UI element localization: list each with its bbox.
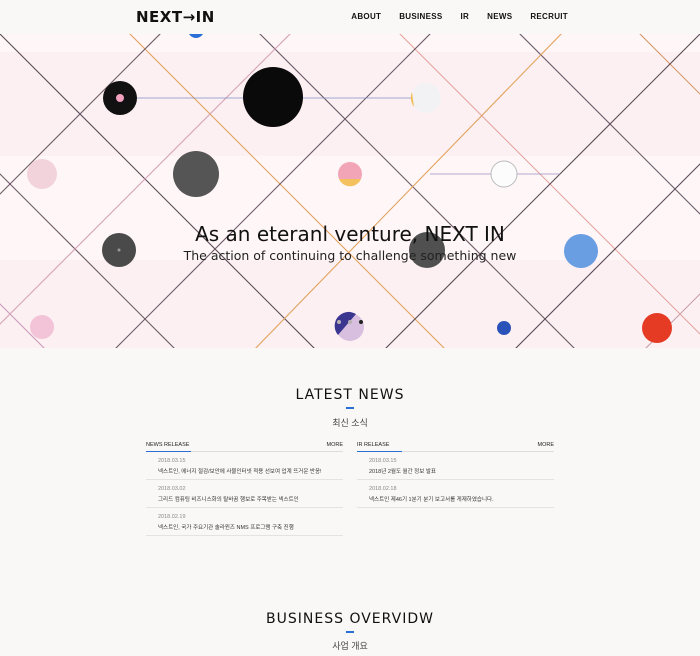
ir-release-header: IR RELEASE MORE bbox=[357, 442, 554, 452]
news-release-header: NEWS RELEASE MORE bbox=[146, 442, 343, 452]
nav-about[interactable]: ABOUT bbox=[351, 12, 381, 21]
item-title[interactable]: 넥스트인 제46기 1분기 분기 보고서를 게재하였습니다. bbox=[369, 495, 554, 503]
slider-pagination bbox=[337, 320, 363, 324]
item-date: 2018.03.15 bbox=[158, 458, 186, 464]
nav-ir[interactable]: IR bbox=[461, 12, 470, 21]
item-title[interactable]: 넥스트인, 에너지 절감/보안에 사물인터넷 적용 선보여 업계 뜨거운 반응! bbox=[158, 467, 343, 475]
news-release-label: NEWS RELEASE bbox=[146, 442, 190, 448]
list-item[interactable]: 2018.02.18 넥스트인 제46기 1분기 분기 보고서를 게재하였습니다… bbox=[357, 480, 554, 508]
slider-dot[interactable] bbox=[337, 320, 341, 324]
hero-title: As an eteranl venture, NEXT IN bbox=[195, 222, 505, 246]
ir-release-column: IR RELEASE MORE 2018.03.15 2018년 2월도 월간 … bbox=[357, 442, 554, 508]
business-overview-subtitle: 사업 개요 bbox=[332, 641, 368, 651]
latest-news-subtitle: 최신 소식 bbox=[332, 418, 368, 428]
title-underline bbox=[346, 631, 354, 633]
item-date: 2018.03.15 bbox=[369, 458, 397, 464]
logo[interactable]: NEXT→IN bbox=[136, 8, 215, 26]
slider-dot-active[interactable] bbox=[359, 320, 363, 324]
latest-news-title: LATEST NEWS bbox=[295, 387, 405, 403]
nav-recruit[interactable]: RECRUIT bbox=[530, 12, 568, 21]
list-item[interactable]: 2018.03.15 넥스트인, 에너지 절감/보안에 사물인터넷 적용 선보여… bbox=[146, 452, 343, 480]
nav-news[interactable]: NEWS bbox=[487, 12, 512, 21]
hero-subtitle: The action of continuing to challenge so… bbox=[183, 248, 517, 263]
item-date: 2018.03.02 bbox=[158, 486, 186, 492]
slider-dot[interactable] bbox=[348, 320, 352, 324]
list-item[interactable]: 2018.03.15 2018년 2월도 월간 정보 발표 bbox=[357, 452, 554, 480]
title-underline bbox=[346, 407, 354, 409]
item-date: 2018.02.19 bbox=[158, 514, 186, 520]
item-title[interactable]: 넥스트인, 국가 주요기관 솔라윈즈 NMS 프로그램 구축 진행 bbox=[158, 523, 343, 531]
nav-business[interactable]: BUSINESS bbox=[399, 12, 442, 21]
news-release-column: NEWS RELEASE MORE 2018.03.15 넥스트인, 에너지 절… bbox=[146, 442, 343, 536]
ir-more-link[interactable]: MORE bbox=[538, 442, 555, 448]
news-more-link[interactable]: MORE bbox=[327, 442, 344, 448]
list-item[interactable]: 2018.02.19 넥스트인, 국가 주요기관 솔라윈즈 NMS 프로그램 구… bbox=[146, 508, 343, 536]
item-title[interactable]: 2018년 2월도 월간 정보 발표 bbox=[369, 467, 554, 475]
site-header: NEXT→IN ABOUT BUSINESS IR NEWS RECRUIT bbox=[0, 0, 700, 34]
network-graphic bbox=[0, 34, 700, 348]
ir-release-label: IR RELEASE bbox=[357, 442, 390, 448]
business-overview-title: BUSINESS OVERVIDW bbox=[266, 611, 434, 627]
list-item[interactable]: 2018.03.02 그리드 컴퓨팅 비즈니스화의 탈바꿈 행보로 주목받는 넥… bbox=[146, 480, 343, 508]
tab-indicator bbox=[357, 451, 402, 452]
hero-slider: As an eteranl venture, NEXT IN The actio… bbox=[0, 34, 700, 348]
item-title[interactable]: 그리드 컴퓨팅 비즈니스화의 탈바꿈 행보로 주목받는 넥스트인 bbox=[158, 495, 343, 503]
main-nav: ABOUT BUSINESS IR NEWS RECRUIT bbox=[351, 12, 568, 21]
item-date: 2018.02.18 bbox=[369, 486, 397, 492]
tab-indicator bbox=[146, 451, 191, 452]
